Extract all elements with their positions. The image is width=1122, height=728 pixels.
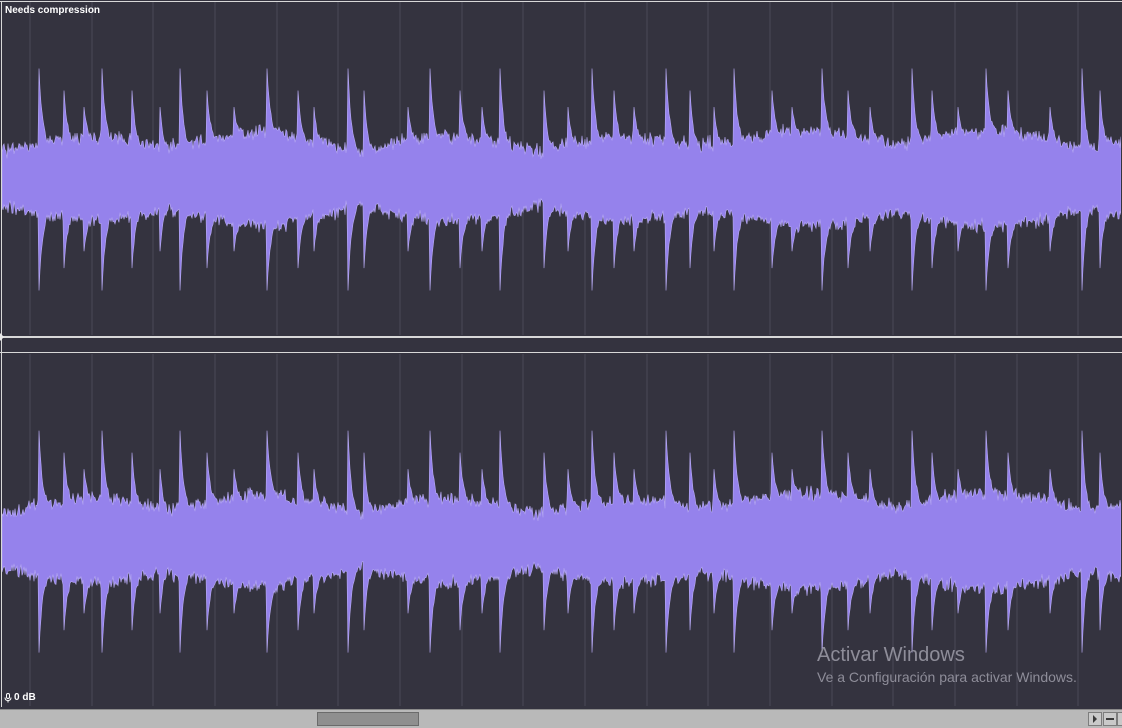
waveform-editor[interactable]: Needs compression 0 dB Activar Windows V… <box>0 0 1122 728</box>
playhead-marker[interactable] <box>0 333 4 341</box>
zoom-in-button[interactable] <box>1117 712 1122 726</box>
horizontal-scrollbar[interactable] <box>0 709 1122 728</box>
scroll-right-button[interactable] <box>1088 712 1102 726</box>
gain-readout[interactable]: 0 dB <box>4 692 36 703</box>
arrow-right-icon <box>1092 710 1098 728</box>
zoom-out-button[interactable] <box>1103 712 1117 726</box>
windows-activation-watermark: Activar Windows Ve a Configuración para … <box>817 643 1077 686</box>
mic-icon <box>4 692 12 703</box>
waveform-shape <box>2 430 1121 653</box>
minus-icon <box>1106 710 1114 728</box>
gain-value: 0 dB <box>14 692 36 703</box>
watermark-title: Activar Windows <box>817 644 965 666</box>
watermark-subtitle: Ve a Configuración para activar Windows. <box>817 669 1077 685</box>
waveform-channel-left[interactable] <box>2 2 1121 335</box>
track-title: Needs compression <box>5 5 101 16</box>
channel-boundary-line <box>0 352 1122 353</box>
waveform-shape <box>2 68 1121 291</box>
channel-separator-line <box>0 336 1122 338</box>
waveform-left <box>2 2 1121 335</box>
scrollbar-thumb[interactable] <box>317 712 419 726</box>
